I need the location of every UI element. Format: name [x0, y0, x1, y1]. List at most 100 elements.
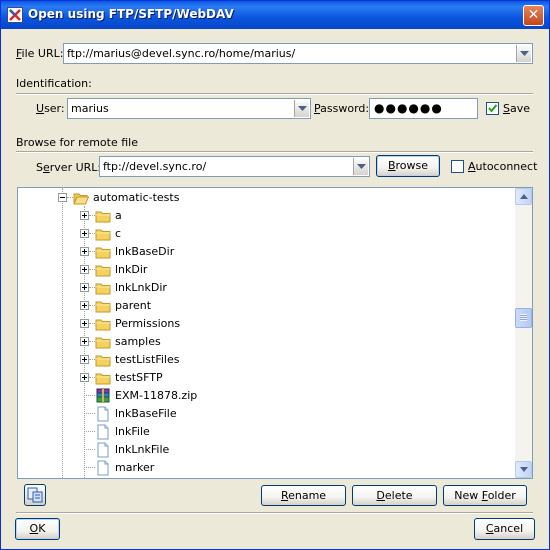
new-folder-pre: New — [454, 489, 482, 502]
expand-icon[interactable] — [80, 247, 89, 256]
tree-folder-row[interactable]: c — [18, 225, 513, 243]
zip-archive-icon — [95, 388, 111, 404]
server-url-label-key: e — [42, 161, 50, 174]
tree-item-label: Permissions — [115, 317, 181, 330]
tree-folder-row[interactable]: lnkBaseDir — [18, 243, 513, 261]
expand-icon[interactable] — [80, 319, 89, 328]
identification-header: Identification: — [16, 77, 92, 90]
tree-folder-row[interactable]: parent — [18, 297, 513, 315]
browse-separator — [16, 151, 533, 153]
folder-icon — [95, 352, 111, 368]
file-url-value: ftp://marius@devel.sync.ro/home/marius/ — [67, 47, 296, 60]
delete-button[interactable]: Delete — [352, 485, 437, 506]
rename-button[interactable]: Rename — [261, 485, 346, 506]
tree-folder-row[interactable]: automatic-tests — [18, 189, 513, 207]
folder-icon — [95, 280, 111, 296]
scroll-up-button[interactable] — [515, 188, 532, 205]
ok-button[interactable]: OK — [15, 518, 60, 540]
folder-icon — [95, 262, 111, 278]
tree-folder-row[interactable]: testSFTP — [18, 369, 513, 387]
tree-connector — [84, 413, 95, 414]
tree-folder-row[interactable]: samples — [18, 333, 513, 351]
tree-folder-row[interactable]: Permissions — [18, 315, 513, 333]
rename-rest: ename — [288, 489, 327, 502]
expand-icon[interactable] — [80, 283, 89, 292]
tree-folder-row[interactable]: lnkDir — [18, 261, 513, 279]
scroll-thumb[interactable] — [515, 308, 532, 328]
autoconnect-label-rest: utoconnect — [475, 160, 538, 173]
server-url-combo[interactable]: ftp://devel.sync.ro/ — [99, 156, 370, 177]
ok-key: O — [29, 522, 39, 535]
oxygen-app-icon — [7, 7, 23, 23]
user-dropdown-icon[interactable] — [294, 100, 309, 117]
server-url-label-pre: S — [36, 161, 43, 174]
remote-file-tree[interactable]: automatic-tests a c lnkBaseDir lnkDir lnkLnkD… — [17, 187, 533, 479]
tree-folder-row[interactable]: lnkLnkDir — [18, 279, 513, 297]
expand-icon[interactable] — [80, 337, 89, 346]
expand-icon[interactable] — [80, 229, 89, 238]
checkmark-icon — [488, 104, 498, 113]
browse-header: Browse for remote file — [16, 136, 138, 149]
autoconnect-checkbox[interactable] — [451, 160, 464, 173]
tree-item-label: marker — [115, 461, 155, 474]
tree-file-row[interactable]: EXM-11878.zip — [18, 387, 513, 405]
server-url-dropdown-icon[interactable] — [353, 158, 368, 175]
folder-icon — [73, 190, 90, 206]
user-label: User: — [36, 102, 65, 115]
file-url-label-rest: ile URL: — [21, 47, 64, 60]
folder-icon — [95, 208, 111, 224]
server-url-label: Server URL: — [36, 161, 101, 174]
password-label: Password: — [314, 102, 369, 115]
tree-connector — [84, 431, 95, 432]
tree-folder-row[interactable]: a — [18, 207, 513, 225]
tree-item-label: parent — [115, 299, 152, 312]
tree-file-row[interactable]: marker — [18, 459, 513, 477]
tree-item-label: testSFTP — [115, 371, 163, 384]
browse-button[interactable]: Browse — [376, 155, 440, 177]
expand-icon[interactable] — [80, 301, 89, 310]
tree-file-row[interactable]: lnkBaseFile — [18, 405, 513, 423]
tree-vertical-scrollbar[interactable] — [515, 188, 532, 478]
delete-rest: elete — [384, 489, 413, 502]
ok-rest: K — [38, 522, 46, 535]
title-bar[interactable]: Open using FTP/SFTP/WebDAV ✕ — [1, 1, 549, 29]
collapse-icon[interactable] — [58, 193, 67, 202]
folder-icon — [95, 298, 111, 314]
expand-icon[interactable] — [80, 355, 89, 364]
tree-connector — [84, 449, 95, 450]
file-icon — [95, 424, 111, 440]
tree-item-label: lnkFile — [115, 425, 150, 438]
identification-separator — [16, 93, 533, 95]
user-combo[interactable]: marius — [67, 98, 311, 119]
file-icon — [95, 442, 111, 458]
autoconnect-label[interactable]: Autoconnect — [468, 160, 537, 173]
folder-icon — [95, 226, 111, 242]
view-mode-button[interactable] — [24, 484, 46, 506]
expand-icon[interactable] — [80, 373, 89, 382]
save-label-key: S — [503, 102, 510, 115]
expand-icon[interactable] — [80, 265, 89, 274]
folder-icon — [95, 370, 111, 386]
save-checkbox[interactable] — [486, 102, 499, 115]
scroll-down-button[interactable] — [515, 461, 532, 478]
tree-item-label: lnkLnkDir — [115, 281, 167, 294]
new-folder-button[interactable]: New Folder — [443, 485, 527, 506]
window-title: Open using FTP/SFTP/WebDAV — [28, 7, 234, 21]
file-url-combo[interactable]: ftp://marius@devel.sync.ro/home/marius/ — [63, 43, 533, 64]
save-label[interactable]: Save — [503, 102, 530, 115]
tree-file-row[interactable]: lnkLnkFile — [18, 441, 513, 459]
open-ftp-dialog: Open using FTP/SFTP/WebDAV ✕ File URL: f… — [0, 0, 550, 550]
new-folder-rest: older — [487, 489, 516, 502]
tree-item-label: lnkBaseFile — [115, 407, 177, 420]
file-url-dropdown-icon[interactable] — [516, 45, 531, 62]
expand-icon[interactable] — [80, 211, 89, 220]
cancel-button[interactable]: Cancel — [474, 518, 535, 540]
tree-connector — [84, 467, 95, 468]
browse-button-key: B — [387, 159, 396, 172]
tree-folder-row[interactable]: testListFiles — [18, 351, 513, 369]
password-field[interactable]: ●●●●●● — [369, 98, 478, 119]
footer-separator — [16, 512, 533, 514]
tree-file-row[interactable]: lnkFile — [18, 423, 513, 441]
server-url-value: ftp://devel.sync.ro/ — [103, 160, 207, 173]
close-button[interactable]: ✕ — [523, 5, 544, 26]
